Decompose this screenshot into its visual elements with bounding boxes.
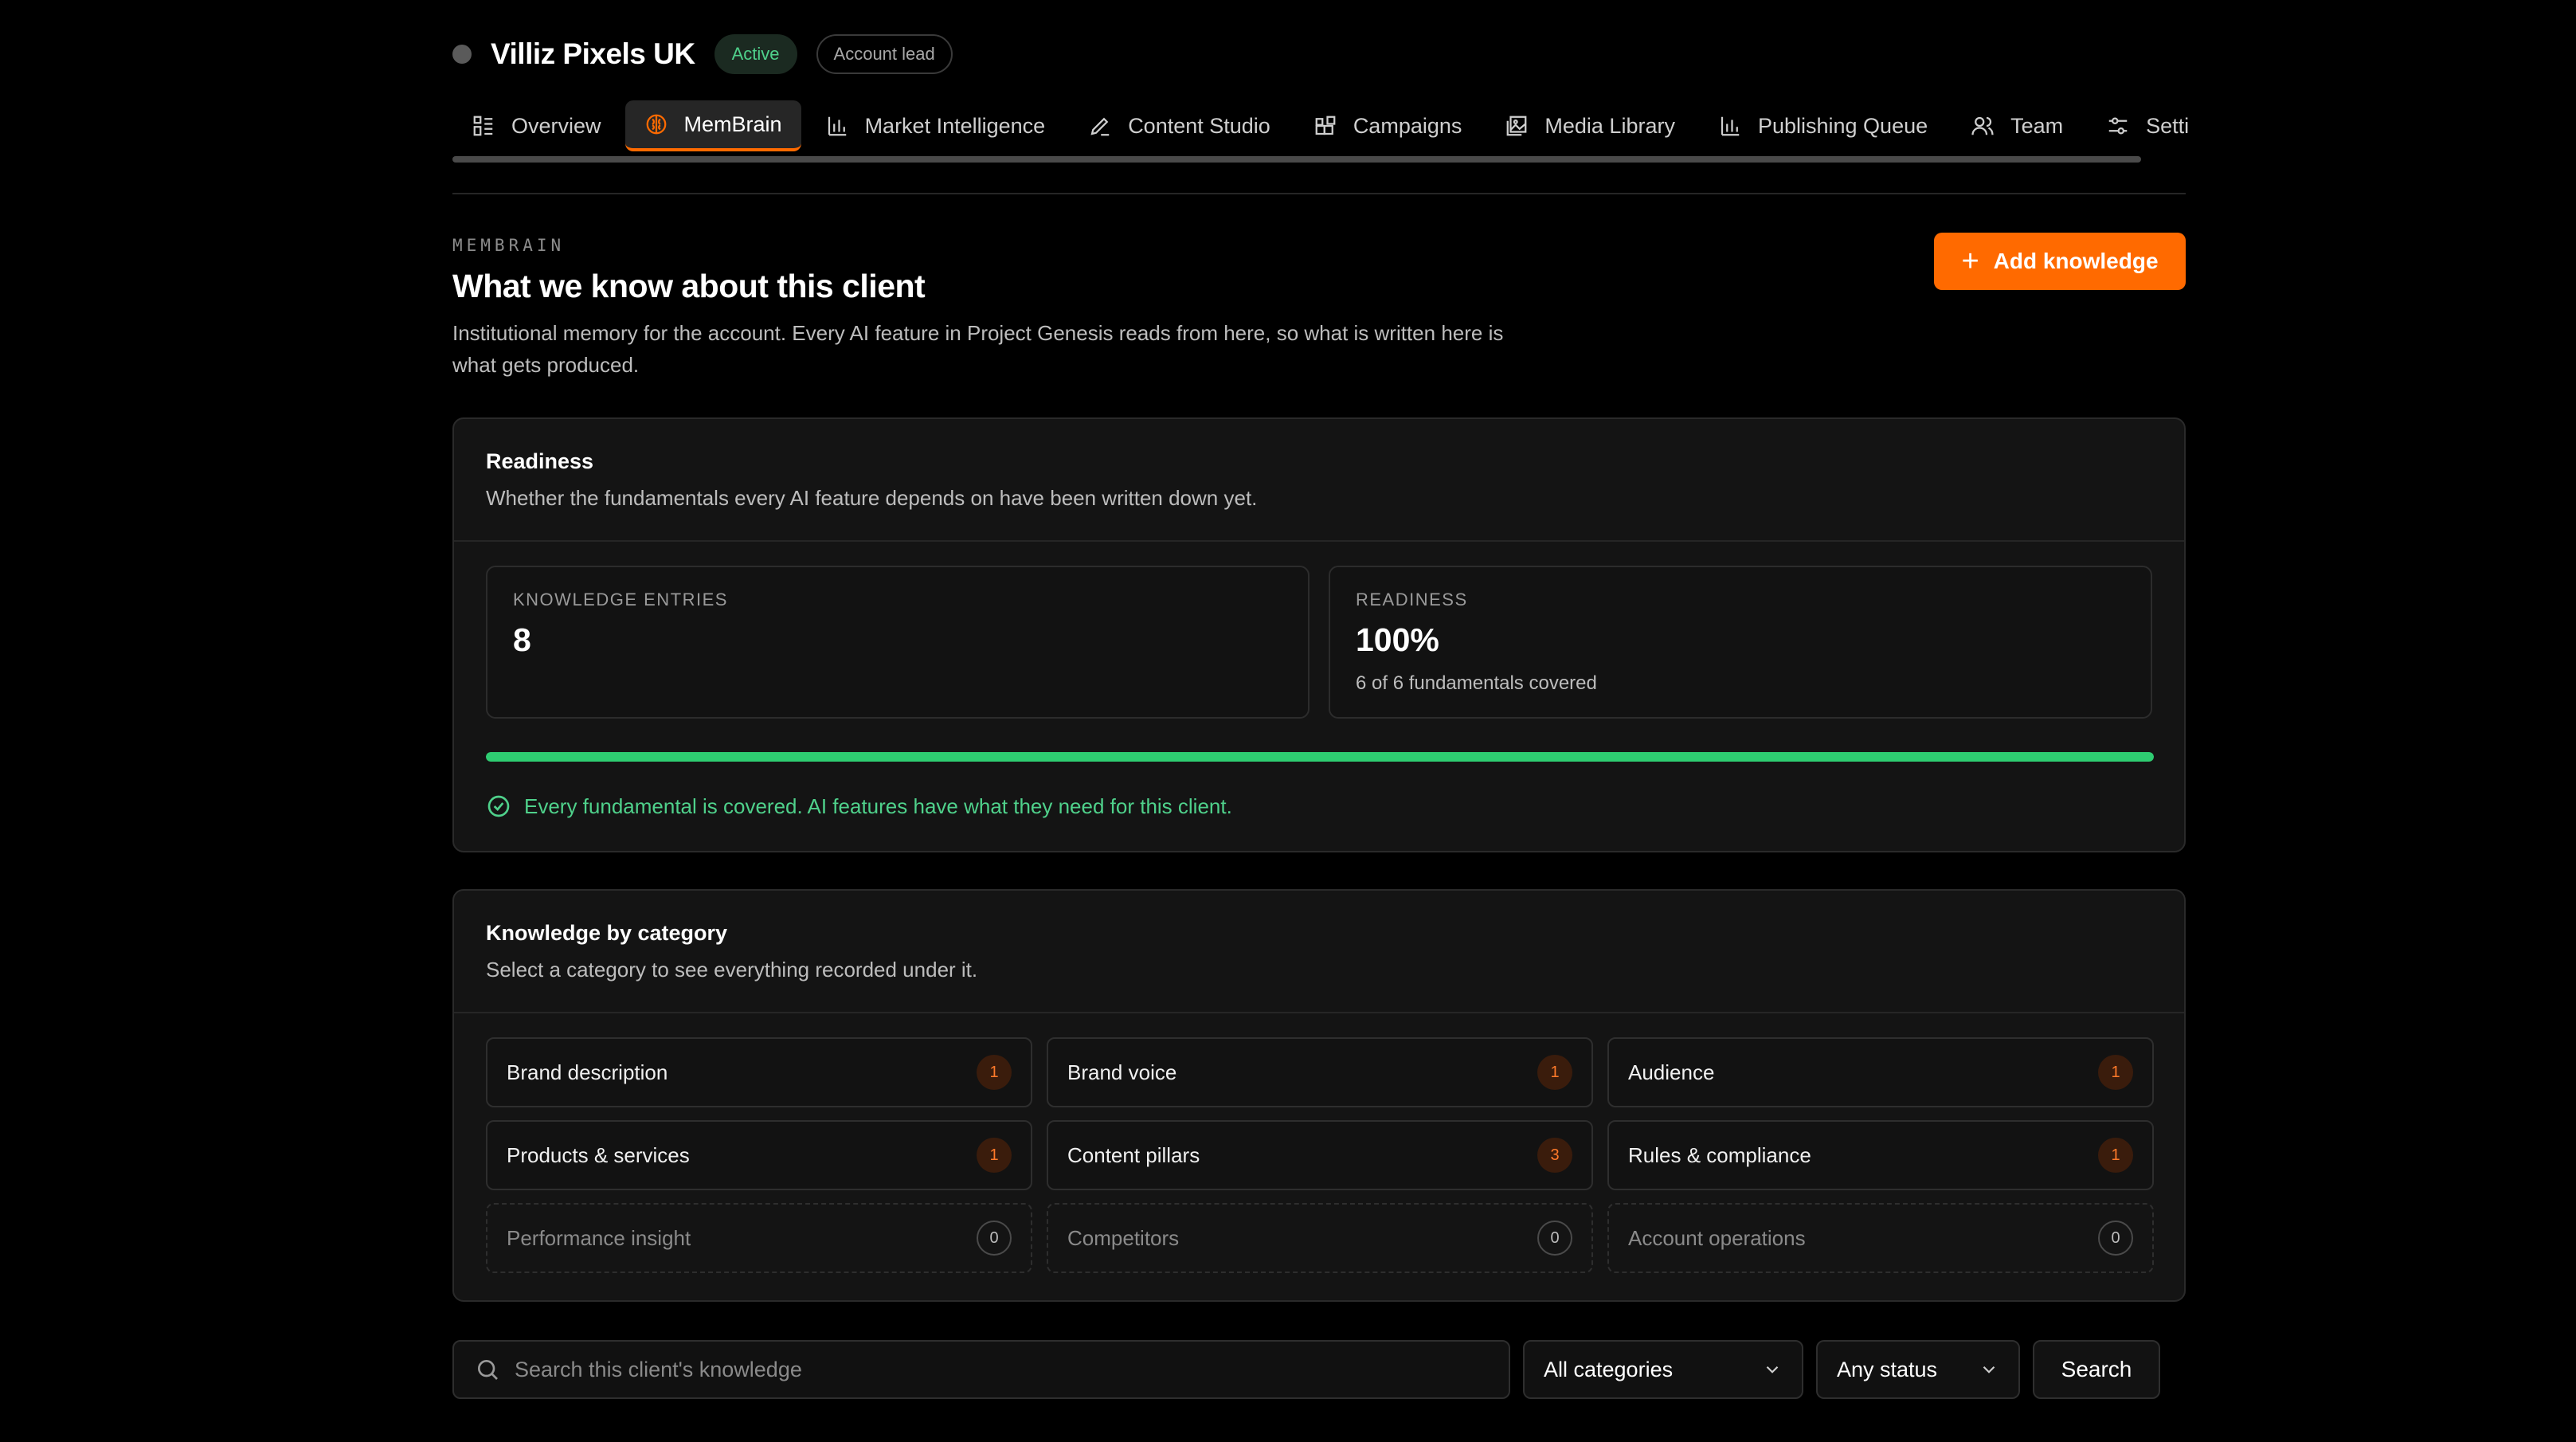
category-audience[interactable]: Audience 1 <box>1607 1037 2154 1107</box>
image-stack-icon <box>1507 116 1527 136</box>
category-label: Content pillars <box>1067 1142 1200 1167</box>
tab-content-studio[interactable]: Content Studio <box>1069 100 1290 151</box>
count-badge: 1 <box>977 1055 1012 1090</box>
users-icon <box>1971 116 1994 135</box>
count-badge: 1 <box>977 1138 1012 1173</box>
stat-note: 6 of 6 fundamentals covered <box>1356 672 1597 694</box>
role-badge: Account lead <box>816 34 953 74</box>
knowledge-entries-stat: KNOWLEDGE ENTRIES 8 <box>486 566 1310 719</box>
readiness-stat: READINESS 100% 6 of 6 fundamentals cover… <box>1329 566 2152 719</box>
tab-overview[interactable]: Overview <box>452 100 621 151</box>
search-button[interactable]: Search <box>2033 1340 2160 1399</box>
readiness-message: Every fundamental is covered. AI feature… <box>486 793 1232 819</box>
status-dot-icon <box>452 45 472 64</box>
search-input[interactable] <box>515 1357 1470 1382</box>
tab-media-library[interactable]: Media Library <box>1486 100 1694 151</box>
tab-bar: Overview MemBrain Market Intelligence Co… <box>452 100 2189 151</box>
tab-team[interactable]: Team <box>1952 100 2082 151</box>
stat-value: 8 <box>513 621 531 658</box>
divider <box>452 193 2186 194</box>
chevron-down-icon <box>1983 1366 1995 1373</box>
tab-label: Market Intelligence <box>864 113 1046 138</box>
tab-label: Publishing Queue <box>1757 113 1928 138</box>
client-header: Villiz Pixels UK Active Account lead <box>452 32 953 76</box>
status-select[interactable]: Any status <box>1816 1340 2020 1399</box>
count-badge: 0 <box>1537 1221 1572 1256</box>
category-label: Performance insight <box>507 1225 691 1250</box>
card-divider <box>454 1012 2184 1013</box>
stat-label: READINESS <box>1356 590 1468 609</box>
category-select-value: All categories <box>1544 1357 1674 1381</box>
count-badge: 0 <box>2098 1221 2133 1256</box>
tab-settings[interactable]: Settin <box>2087 100 2189 151</box>
category-grid: Brand description 1 Brand voice 1 Audien… <box>486 1037 2154 1273</box>
tab-scrollbar[interactable] <box>452 156 2141 163</box>
tab-label: Campaigns <box>1353 113 1462 138</box>
page-description: Institutional memory for the account. Ev… <box>452 321 1504 377</box>
tab-label: Content Studio <box>1128 113 1270 138</box>
count-badge: 1 <box>2098 1055 2133 1090</box>
status-select-value: Any status <box>1837 1357 1938 1381</box>
tab-market-intelligence[interactable]: Market Intelligence <box>806 100 1065 151</box>
client-name: Villiz Pixels UK <box>491 37 695 70</box>
category-select[interactable]: All categories <box>1523 1340 1803 1399</box>
tab-label: MemBrain <box>683 112 782 136</box>
stat-value: 100% <box>1356 621 1439 658</box>
category-account-operations[interactable]: Account operations 0 <box>1607 1203 2154 1273</box>
section-eyebrow: MEMBRAIN <box>452 236 566 255</box>
category-label: Competitors <box>1067 1225 1180 1250</box>
tab-label: Team <box>2010 113 2064 138</box>
category-label: Account operations <box>1628 1225 1806 1250</box>
status-badge: Active <box>714 34 797 74</box>
page-title: What we know about this client <box>452 268 926 304</box>
search-box[interactable] <box>452 1340 1510 1399</box>
card-divider <box>454 540 2184 542</box>
grid-list-icon <box>473 116 493 136</box>
add-knowledge-button[interactable]: + Add knowledge <box>1934 233 2186 290</box>
category-label: Brand voice <box>1067 1060 1177 1084</box>
count-badge: 0 <box>977 1221 1012 1256</box>
stat-label: KNOWLEDGE ENTRIES <box>513 590 728 609</box>
readiness-title: Readiness <box>486 449 594 473</box>
category-performance-insight[interactable]: Performance insight 0 <box>486 1203 1032 1273</box>
add-knowledge-label: Add knowledge <box>1993 249 2159 273</box>
category-rules-compliance[interactable]: Rules & compliance 1 <box>1607 1120 2154 1190</box>
category-label: Brand description <box>507 1060 668 1084</box>
bar-chart-icon <box>1721 116 1740 136</box>
category-content-pillars[interactable]: Content pillars 3 <box>1047 1120 1593 1190</box>
brain-icon <box>646 114 666 135</box>
bar-chart-icon <box>828 116 846 136</box>
chevron-down-icon <box>1766 1366 1779 1373</box>
count-badge: 1 <box>1537 1055 1572 1090</box>
tab-label: Media Library <box>1544 113 1675 138</box>
category-label: Audience <box>1628 1060 1715 1084</box>
count-badge: 1 <box>2098 1138 2133 1173</box>
tab-publishing-queue[interactable]: Publishing Queue <box>1699 100 1947 151</box>
category-products-services[interactable]: Products & services 1 <box>486 1120 1032 1190</box>
category-label: Rules & compliance <box>1628 1142 1811 1167</box>
readiness-message-text: Every fundamental is covered. AI feature… <box>524 793 1232 818</box>
category-brand-voice[interactable]: Brand voice 1 <box>1047 1037 1593 1107</box>
search-icon <box>478 1360 498 1380</box>
progress-fill <box>486 752 2154 762</box>
tab-label: Settin <box>2146 113 2189 138</box>
tab-membrain[interactable]: MemBrain <box>624 100 801 151</box>
category-title: Knowledge by category <box>486 921 728 945</box>
category-brand-description[interactable]: Brand description 1 <box>486 1037 1032 1107</box>
tab-campaigns[interactable]: Campaigns <box>1294 100 1482 151</box>
category-label: Products & services <box>507 1142 690 1167</box>
pen-icon <box>1090 117 1110 136</box>
readiness-subtitle: Whether the fundamentals every AI featur… <box>486 486 1258 510</box>
plus-icon: + <box>1961 245 1979 278</box>
blocks-icon <box>1315 116 1336 135</box>
check-circle-icon <box>487 795 510 817</box>
category-competitors[interactable]: Competitors 0 <box>1047 1203 1593 1273</box>
sliders-icon <box>2108 117 2128 135</box>
count-badge: 3 <box>1537 1138 1572 1173</box>
readiness-progress-bar <box>486 752 2154 762</box>
readiness-card: Readiness Whether the fundamentals every… <box>452 417 2186 852</box>
category-subtitle: Select a category to see everything reco… <box>486 958 978 982</box>
category-card: Knowledge by category Select a category … <box>452 889 2186 1302</box>
tab-label: Overview <box>511 113 601 138</box>
